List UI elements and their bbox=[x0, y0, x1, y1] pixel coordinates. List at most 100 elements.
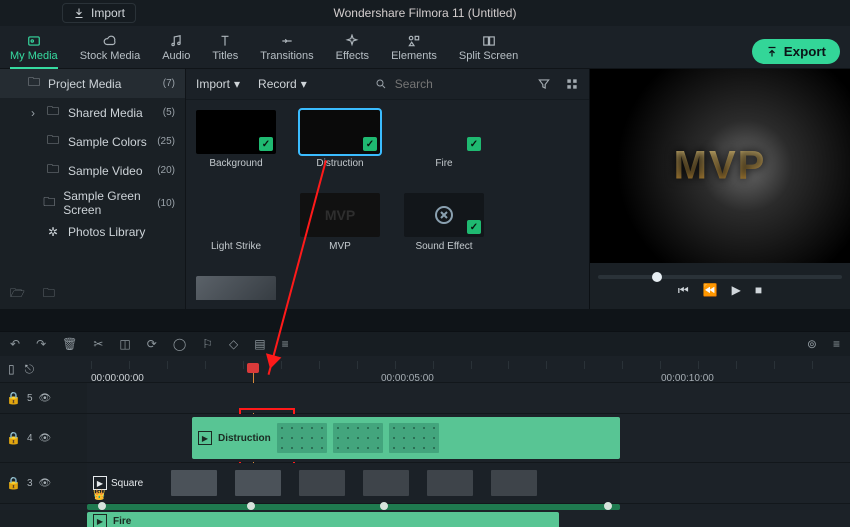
prev-frame-button[interactable]: ⏮ bbox=[678, 283, 689, 298]
keyframe-icon[interactable]: ◇ bbox=[229, 337, 238, 351]
nav-elements[interactable]: Elements bbox=[391, 32, 437, 68]
media-thumb: ✓ bbox=[404, 193, 484, 237]
track-body[interactable] bbox=[87, 383, 850, 413]
track-body[interactable]: ▶ Fire bbox=[87, 510, 850, 527]
link-icon[interactable]: ▯ bbox=[8, 362, 15, 376]
media-thumb: MVP bbox=[300, 193, 380, 237]
marker-icon[interactable]: ⚐ bbox=[202, 337, 213, 351]
media-item-fire[interactable]: ✓ Fire bbox=[404, 110, 484, 169]
nav-my-media[interactable]: My Media bbox=[10, 32, 58, 68]
search-input[interactable] bbox=[393, 76, 517, 92]
mixer-icon[interactable]: ⊚ bbox=[807, 337, 817, 351]
sidebar-item-count: (5) bbox=[163, 107, 175, 118]
progress-knob[interactable] bbox=[652, 272, 662, 282]
track-head: 🔒 3 👁 bbox=[0, 463, 87, 503]
nav-label: Split Screen bbox=[459, 50, 518, 62]
chevron-right-icon: › bbox=[28, 106, 38, 120]
nav-transitions[interactable]: Transitions bbox=[260, 32, 313, 68]
import-dropdown-label: Import bbox=[196, 77, 230, 91]
sidebar-item-photos-library[interactable]: ✲ Photos Library bbox=[0, 221, 185, 243]
folder-icon: 🗀 bbox=[46, 131, 60, 152]
preview-progress[interactable] bbox=[598, 275, 842, 279]
nav-label: Transitions bbox=[260, 50, 313, 62]
folder-open-icon[interactable]: 🗁 bbox=[10, 284, 25, 305]
star-icon: 👑 bbox=[93, 490, 105, 501]
keyframe-dot[interactable] bbox=[247, 502, 255, 510]
sidebar-item-sample-video[interactable]: 🗀 Sample Video (20) bbox=[0, 156, 185, 185]
sidebar-item-label: Photos Library bbox=[68, 225, 145, 239]
top-import-button[interactable]: Import bbox=[62, 3, 136, 23]
sidebar-item-label: Sample Colors bbox=[68, 135, 147, 149]
render-icon[interactable]: ▤ bbox=[254, 337, 265, 351]
media-item-distruction[interactable]: ✓ Distruction bbox=[300, 110, 380, 169]
record-dropdown[interactable]: Record ▾ bbox=[258, 77, 307, 91]
nav-titles[interactable]: Titles bbox=[212, 32, 238, 68]
track-row-5: 🔒 5 👁 bbox=[0, 383, 850, 414]
nav-label: Elements bbox=[391, 50, 437, 62]
play-button[interactable]: ▶ bbox=[732, 283, 741, 298]
sidebar-item-project-media[interactable]: 🗀 Project Media (7) bbox=[0, 69, 185, 98]
grid-view-icon[interactable] bbox=[565, 77, 579, 91]
speed-icon[interactable]: ⟳ bbox=[147, 337, 157, 351]
keyframe-dot[interactable] bbox=[98, 502, 106, 510]
import-dropdown[interactable]: Import ▾ bbox=[196, 77, 240, 91]
media-item-square[interactable]: ✓ Square bbox=[196, 276, 276, 300]
preview-viewport[interactable]: MVP bbox=[590, 69, 850, 263]
lock-icon[interactable]: 🔒 bbox=[6, 476, 21, 490]
lock-icon[interactable]: 🔒 bbox=[6, 431, 21, 445]
nav-effects[interactable]: Effects bbox=[336, 32, 369, 68]
color-icon[interactable]: ◯ bbox=[173, 337, 186, 351]
stop-button[interactable]: ■ bbox=[755, 283, 762, 298]
track-body[interactable]: ▶ Square 👑 bbox=[87, 463, 850, 503]
sidebar-item-sample-green-screen[interactable]: 🗀 Sample Green Screen (10) bbox=[0, 185, 185, 221]
delete-icon[interactable]: 🗑 bbox=[62, 337, 77, 351]
media-item-mvp[interactable]: MVP MVP bbox=[300, 193, 380, 252]
media-item-sound-effect[interactable]: ✓ Sound Effect bbox=[404, 193, 484, 252]
clip-distruction[interactable]: ▶ Distruction bbox=[192, 417, 620, 459]
sidebar-item-sample-colors[interactable]: 🗀 Sample Colors (25) bbox=[0, 127, 185, 156]
gear-icon: ✲ bbox=[46, 225, 60, 239]
nav-audio[interactable]: Audio bbox=[162, 32, 190, 68]
eye-icon[interactable]: 👁 bbox=[39, 433, 52, 444]
sidebar-item-shared-media[interactable]: › 🗀 Shared Media (5) bbox=[0, 98, 185, 127]
project-bin-row: 🗁 🗀 bbox=[10, 284, 55, 305]
magnet-icon[interactable]: ⎋ bbox=[25, 362, 35, 377]
keyframe-dot[interactable] bbox=[604, 502, 612, 510]
redo-icon[interactable]: ↷ bbox=[36, 337, 46, 351]
primary-nav: My Media Stock Media Audio Titles Transi… bbox=[0, 26, 850, 69]
media-thumb: ✓ bbox=[404, 110, 484, 154]
clip-square[interactable]: ▶ Square 👑 bbox=[87, 463, 620, 503]
keyframe-dot[interactable] bbox=[380, 502, 388, 510]
folder-icon: 🗀 bbox=[46, 160, 60, 181]
nav-split-screen[interactable]: Split Screen bbox=[459, 32, 518, 68]
lock-icon[interactable]: 🔒 bbox=[6, 391, 21, 405]
media-item-label: Background bbox=[209, 158, 262, 169]
eye-icon[interactable]: 👁 bbox=[39, 393, 52, 404]
export-button[interactable]: Export bbox=[752, 39, 840, 64]
clip-label: Fire bbox=[113, 516, 131, 527]
track-head: 🔒 5 👁 bbox=[0, 383, 87, 413]
track-body[interactable]: ▶ Distruction bbox=[87, 414, 850, 462]
clip-fire[interactable]: ▶ Fire bbox=[87, 512, 559, 527]
new-folder-icon[interactable]: 🗀 bbox=[43, 284, 55, 305]
media-item-light-strike[interactable]: Light Strike bbox=[196, 193, 276, 252]
undo-icon[interactable]: ↶ bbox=[10, 337, 20, 351]
clip-play-icon: ▶ bbox=[198, 431, 212, 445]
eye-icon[interactable]: 👁 bbox=[39, 478, 52, 489]
clip-thumbnail bbox=[491, 470, 537, 496]
settings-icon[interactable]: ≡ bbox=[833, 337, 840, 351]
sidebar-item-count: (10) bbox=[157, 198, 175, 209]
cut-icon[interactable]: ✂ bbox=[93, 337, 103, 351]
chevron-down-icon: ▾ bbox=[234, 77, 240, 91]
media-item-background[interactable]: ✓ Background bbox=[196, 110, 276, 169]
nav-stock-media[interactable]: Stock Media bbox=[80, 32, 141, 68]
browser-toolbar: Import ▾ Record ▾ bbox=[186, 69, 589, 100]
crop-icon[interactable]: ◫ bbox=[119, 337, 130, 351]
filter-icon[interactable] bbox=[537, 77, 551, 91]
media-thumb: ✓ bbox=[196, 110, 276, 154]
media-browser: Import ▾ Record ▾ ◂ ✓ Background bbox=[186, 69, 589, 309]
step-back-button[interactable]: ⏪ bbox=[703, 283, 718, 298]
search-field[interactable] bbox=[375, 76, 517, 92]
more-icon[interactable]: ≡ bbox=[282, 337, 289, 351]
media-item-label: Sound Effect bbox=[415, 241, 472, 252]
